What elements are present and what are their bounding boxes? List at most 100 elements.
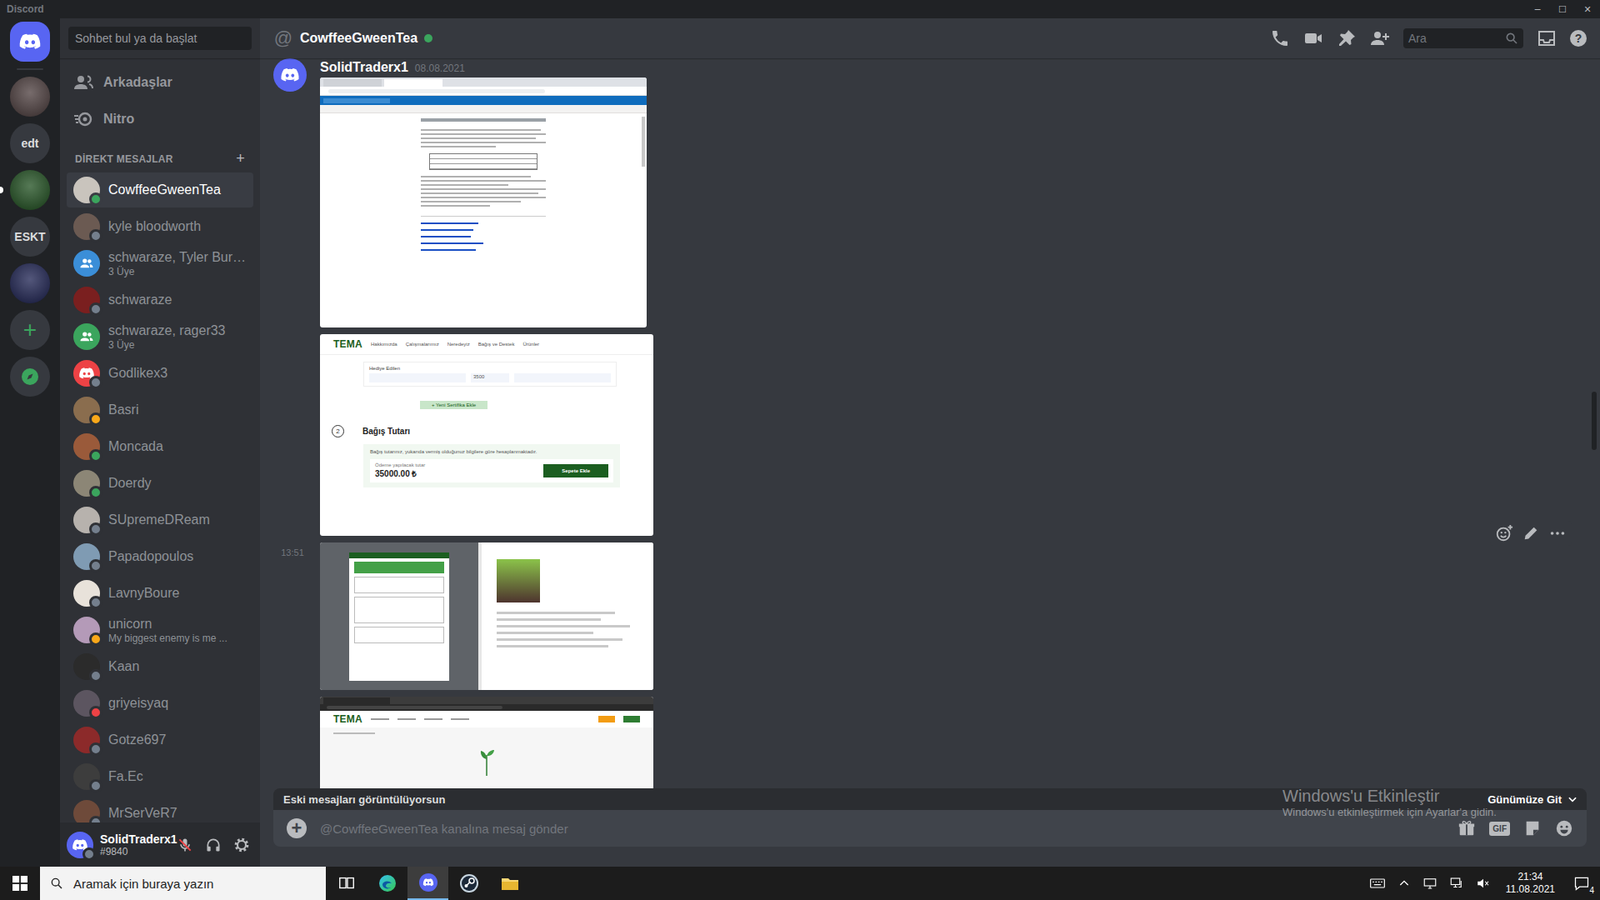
dm-item[interactable]: unicornMy biggest enemy is me ...	[66, 612, 254, 648]
dm-item[interactable]: Gotze697	[66, 722, 254, 758]
message-input[interactable]: +@CowffeeGweenTea kanalına mesaj gönderG…	[273, 810, 1587, 847]
microphone-icon[interactable]	[173, 833, 197, 857]
dm-item[interactable]: schwaraze	[66, 282, 254, 318]
dm-item[interactable]: LavnyBoure	[66, 575, 254, 611]
inbox-icon[interactable]	[1536, 28, 1557, 49]
dm-item[interactable]: schwaraze, rager333 Üye	[66, 319, 254, 355]
dm-item[interactable]: kyle bloodworth	[66, 209, 254, 245]
gift-icon[interactable]	[1457, 819, 1476, 838]
server-icon[interactable]	[10, 263, 50, 304]
server-icon[interactable]	[10, 170, 50, 210]
volume-icon[interactable]	[1475, 875, 1491, 891]
start-button[interactable]	[0, 866, 40, 900]
new-dm-button[interactable]: +	[235, 150, 245, 168]
payment-screenshot[interactable]	[320, 542, 654, 690]
add-reaction-icon[interactable]	[1495, 524, 1514, 543]
message-author[interactable]: SolidTraderx1	[320, 58, 409, 76]
more-options-icon[interactable]	[1548, 524, 1567, 543]
browser-tabs	[320, 696, 654, 705]
server-icon[interactable]	[10, 21, 50, 62]
taskbar-app[interactable]	[489, 866, 530, 900]
pin-icon[interactable]	[1336, 28, 1357, 49]
jump-to-present-button[interactable]: Günümüze Git	[1487, 793, 1579, 806]
gif-button[interactable]: GIF	[1489, 821, 1510, 836]
avatar	[73, 323, 100, 350]
server-icon[interactable]: edt	[10, 123, 50, 164]
add-member-icon[interactable]	[1370, 28, 1390, 49]
upload-button[interactable]: +	[286, 818, 307, 839]
dm-text: LavnyBoure	[108, 585, 180, 602]
dm-item[interactable]: CowffeeGweenTea	[66, 172, 254, 208]
keyboard-icon[interactable]	[1369, 875, 1386, 892]
notification-center[interactable]: 4	[1570, 871, 1594, 895]
dm-item[interactable]: Fa.Ec	[66, 759, 254, 795]
video-call-icon[interactable]	[1303, 28, 1324, 49]
clock[interactable]: 21:3411.08.2021	[1502, 870, 1559, 896]
dm-avatar	[73, 616, 100, 644]
server-icon[interactable]: ESKT	[10, 216, 50, 257]
taskbar-app[interactable]	[448, 866, 490, 900]
dm-name: Gotze697	[108, 731, 166, 749]
add-certificate-button: + Yeni Sertifika Ekle	[420, 400, 488, 410]
server-icon[interactable]	[10, 356, 50, 397]
conversation-search[interactable]: Sohbet bul ya da başlat	[68, 26, 252, 50]
emoji-icon[interactable]	[1555, 819, 1574, 838]
show-hidden-icons-icon[interactable]	[1397, 876, 1411, 890]
server-slot	[0, 21, 60, 62]
step-heading: 2Bağış Tutarı	[331, 425, 654, 438]
taskbar-app[interactable]	[366, 866, 408, 900]
dm-sidebar: Sohbet bul ya da başlatArkadaşlarNitroDİ…	[60, 18, 260, 867]
dm-item[interactable]: SUpremeDReam	[66, 502, 254, 538]
settings-gear-icon[interactable]	[230, 833, 254, 857]
dm-item[interactable]: MrSerVeR7	[66, 795, 254, 823]
gift-fields: 3500	[369, 373, 611, 383]
taskbar-app[interactable]	[407, 866, 449, 900]
status-dot	[89, 302, 103, 316]
server-icon[interactable]: +	[10, 310, 50, 350]
user-avatar[interactable]	[66, 831, 94, 859]
site-screenshot[interactable]: TEMA	[320, 696, 654, 789]
window-control-button[interactable]: ✕	[1575, 0, 1600, 19]
old-messages-notice: Eski mesajları görüntülüyorsun	[283, 793, 445, 806]
server-slot: edt	[0, 123, 60, 164]
scrollbar-thumb[interactable]	[1591, 391, 1597, 450]
sticker-icon[interactable]	[1523, 819, 1542, 838]
composer: Eski mesajları görüntülüyorsun Günümüze G…	[260, 788, 1600, 867]
message-gutter	[273, 696, 320, 789]
taskbar-app[interactable]	[325, 866, 367, 900]
sidebar-nav-item[interactable]: Arkadaşlar	[66, 65, 254, 100]
dm-item[interactable]: Basri	[66, 392, 254, 428]
dm-item[interactable]: Kaan	[66, 649, 254, 685]
dm-avatar	[73, 396, 100, 424]
network-icon[interactable]	[1449, 875, 1465, 891]
window-control-button[interactable]: ☐	[1550, 0, 1575, 19]
chat-area: @CowffeeGweenTeaAra?SolidTraderx108.08.2…	[260, 18, 1600, 867]
browser-tabs	[320, 77, 647, 87]
taskbar-search[interactable]: Aramak için buraya yazın	[40, 866, 326, 900]
server-slot: ESKT	[0, 216, 60, 257]
message-avatar-cell	[273, 58, 320, 76]
dm-item[interactable]: griyeisyaq	[66, 685, 254, 721]
search-box[interactable]: Ara	[1403, 28, 1524, 49]
clock-time: 21:34	[1517, 870, 1543, 884]
dm-name: Basri	[108, 401, 139, 419]
compass-icon	[20, 366, 40, 387]
dm-item[interactable]: Moncada	[66, 429, 254, 465]
email-screenshot[interactable]	[320, 77, 647, 328]
donation-screenshot[interactable]: TEMAHakkımızdaÇalışmalarımızNeredeyizBağ…	[320, 334, 654, 536]
edit-pencil-icon[interactable]	[1521, 524, 1540, 543]
dm-item[interactable]: Godlikex3	[66, 355, 254, 391]
help-button[interactable]: ?	[1570, 30, 1587, 47]
display-icon[interactable]	[1422, 875, 1438, 891]
window-control-button[interactable]: ─	[1525, 0, 1550, 19]
server-icon[interactable]	[10, 76, 50, 117]
message-avatar[interactable]	[273, 58, 307, 92]
voice-call-icon[interactable]	[1270, 28, 1290, 49]
dm-item[interactable]: schwaraze, Tyler Bur…3 Üye	[66, 245, 254, 281]
headphones-icon[interactable]	[201, 833, 225, 857]
dm-item[interactable]: Doerdy	[66, 465, 254, 501]
user-name: SolidTraderx1	[100, 832, 167, 846]
dm-item[interactable]: Papadopoulos	[66, 539, 254, 575]
status-dot	[89, 595, 103, 610]
sidebar-nav-item[interactable]: Nitro	[66, 101, 254, 137]
